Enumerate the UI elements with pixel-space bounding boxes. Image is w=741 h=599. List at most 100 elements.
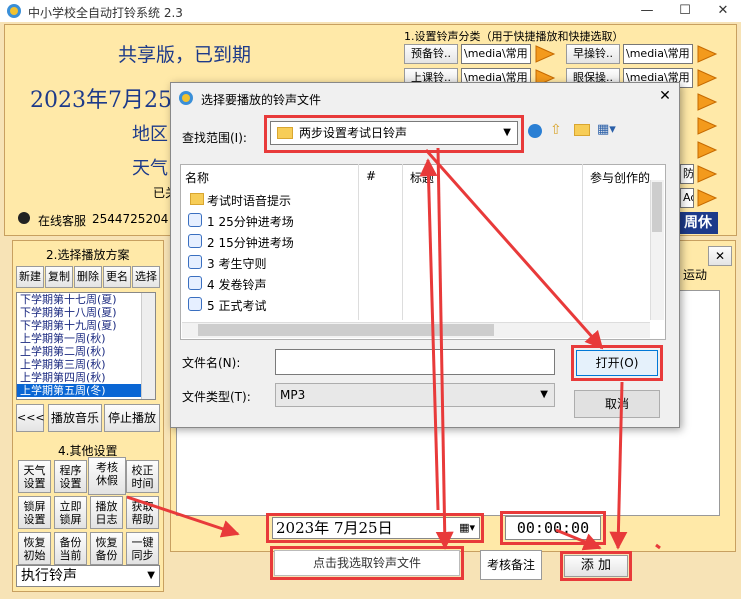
filename-label: 文件名(N): (182, 356, 241, 370)
play-arrow-icon[interactable] (695, 140, 719, 160)
calibrate-time-button[interactable]: 校正 时间 (126, 460, 159, 493)
select-plan-button[interactable]: 选择 (132, 266, 160, 288)
play-arrow-icon[interactable] (695, 164, 719, 184)
exam-note-button[interactable]: 考核备注 (480, 550, 542, 580)
dialog-title: 选择要播放的铃声文件 (201, 93, 322, 107)
app-icon (7, 4, 21, 18)
close-button[interactable]: ✕ (705, 0, 741, 22)
play-arrow-icon[interactable] (695, 188, 719, 208)
qq-number: 2544725204 (92, 212, 169, 226)
select-file-button[interactable]: 点击我选取铃声文件 (274, 550, 460, 576)
col-title[interactable]: 标题 (410, 169, 434, 186)
rename-plan-button[interactable]: 更名 (103, 266, 131, 288)
file-row[interactable]: 4 发卷铃声 (207, 276, 266, 293)
list-item[interactable]: 上学期第一周(秋) (17, 332, 155, 345)
folder-icon (277, 127, 293, 139)
backup-current-button[interactable]: 备份 当前 (54, 532, 87, 565)
col-name[interactable]: 名称 (185, 169, 209, 186)
scroll-thumb[interactable] (652, 182, 662, 232)
plan-list[interactable]: 下学期第十七周(夏) 下学期第十八周(夏) 下学期第十九周(夏) 上学期第一周(… (16, 292, 156, 400)
weather-label: 天气 (132, 158, 168, 179)
list-item[interactable]: 下学期第十八周(夏) (17, 306, 155, 319)
right-panel-text: 运动 (683, 268, 708, 282)
filetype-dropdown[interactable]: MP3 ▼ (275, 383, 555, 407)
list-item[interactable]: 上学期第二周(秋) (17, 345, 155, 358)
lock-now-button[interactable]: 立即 锁屏 (54, 496, 87, 529)
new-plan-button[interactable]: 新建 (16, 266, 44, 288)
filetype-value: MP3 (280, 388, 306, 402)
play-arrow-icon[interactable] (695, 92, 719, 112)
stop-play-button[interactable]: 停止播放 (104, 404, 160, 432)
copy-plan-button[interactable]: 复制 (45, 266, 73, 288)
panel-close-button[interactable]: ✕ (708, 246, 732, 266)
file-row[interactable]: 1 25分钟进考场 (207, 213, 294, 230)
play-arrow-icon[interactable] (695, 44, 719, 64)
file-row[interactable]: 考试时语音提示 (207, 192, 291, 209)
play-arrow-icon[interactable] (695, 116, 719, 136)
column-divider (582, 164, 583, 320)
ring-mode-value: 执行铃声 (21, 568, 77, 584)
bell-path-2: \media\常用 (623, 44, 693, 64)
minimize-button[interactable]: — (629, 0, 665, 22)
play-log-button[interactable]: 播放 日志 (90, 496, 123, 529)
chevron-down-icon: ▼ (540, 389, 548, 400)
window-title: 中小学校全自动打铃系统 2.3 (28, 6, 183, 20)
dialog-close-button[interactable]: ✕ (656, 88, 674, 106)
open-button[interactable]: 打开(O) (576, 350, 658, 376)
app-icon (179, 91, 193, 105)
play-arrow-icon[interactable] (695, 68, 719, 88)
window-titlebar: 中小学校全自动打铃系统 2.3 — ☐ ✕ (0, 0, 741, 22)
exam-holiday-button[interactable]: 考核 休假 (88, 457, 126, 495)
restore-backup-button[interactable]: 恢复 备份 (90, 532, 123, 565)
weather-settings-button[interactable]: 天气 设置 (18, 460, 51, 493)
back-button[interactable]: <<< (16, 404, 45, 432)
one-click-sync-button[interactable]: 一键 同步 (126, 532, 159, 565)
back-nav-icon[interactable] (528, 124, 542, 138)
lock-settings-button[interactable]: 锁屏 设置 (18, 496, 51, 529)
weekend-holiday-button[interactable]: 周休 (678, 212, 718, 234)
plan-list-scrollbar[interactable] (141, 293, 155, 399)
file-row[interactable]: 5 正式考试 (207, 297, 266, 314)
maximize-button[interactable]: ☐ (667, 0, 703, 22)
bell-path-1: \media\常用 (461, 44, 531, 64)
play-arrow-icon[interactable] (533, 44, 557, 64)
list-item[interactable]: 下学期第十九周(夏) (17, 319, 155, 332)
restore-initial-button[interactable]: 恢复 初始 (18, 532, 51, 565)
filename-input[interactable] (275, 349, 555, 375)
bell-category-button-2[interactable]: 早操铃.. (566, 44, 620, 64)
get-help-button[interactable]: 获取 帮助 (126, 496, 159, 529)
folder-icon (190, 193, 204, 205)
up-folder-icon[interactable]: ⇧ (550, 122, 562, 138)
service-label[interactable]: 在线客服 (38, 212, 86, 229)
chevron-down-icon: ▼ (503, 127, 511, 138)
list-item-selected[interactable]: 上学期第五周(冬) (17, 384, 155, 397)
audio-file-icon (188, 213, 202, 227)
look-in-value: 两步设置考试日铃声 (299, 126, 408, 140)
time-input[interactable]: 00:00:00 (505, 516, 601, 540)
col-number[interactable]: # (366, 169, 376, 183)
bell-category-button-1[interactable]: 预备铃.. (404, 44, 458, 64)
date-picker[interactable]: 2023年 7月25日 ▦▾ (272, 517, 480, 539)
list-item[interactable]: 下学期第十七周(夏) (17, 293, 155, 306)
play-music-button[interactable]: 播放音乐 (48, 404, 102, 432)
file-row[interactable]: 2 15分钟进考场 (207, 234, 294, 251)
audio-file-icon (188, 255, 202, 269)
ring-mode-dropdown[interactable]: 执行铃声 ▼ (16, 565, 160, 587)
look-in-dropdown[interactable]: 两步设置考试日铃声 ▼ (270, 121, 518, 145)
new-folder-icon[interactable] (574, 124, 590, 136)
date-value: 2023年 7月25日 (276, 519, 393, 537)
calendar-icon[interactable]: ▦▾ (459, 518, 475, 538)
delete-plan-button[interactable]: 删除 (74, 266, 102, 288)
program-settings-button[interactable]: 程序 设置 (54, 460, 87, 493)
file-row[interactable]: 3 考生守则 (207, 255, 266, 272)
cancel-button[interactable]: 取消 (574, 390, 660, 418)
list-item[interactable]: 上学期第四周(秋) (17, 371, 155, 384)
list-item[interactable]: 上学期第三周(秋) (17, 358, 155, 371)
add-button[interactable]: 添 加 (564, 555, 628, 577)
scroll-thumb[interactable] (198, 324, 494, 336)
bell-path-partial: Adi (680, 188, 694, 208)
view-menu-icon[interactable]: ▦▾ (597, 122, 616, 137)
audio-file-icon (188, 276, 202, 290)
audio-file-icon (188, 234, 202, 248)
col-contributors[interactable]: 参与创作的 (590, 169, 650, 186)
